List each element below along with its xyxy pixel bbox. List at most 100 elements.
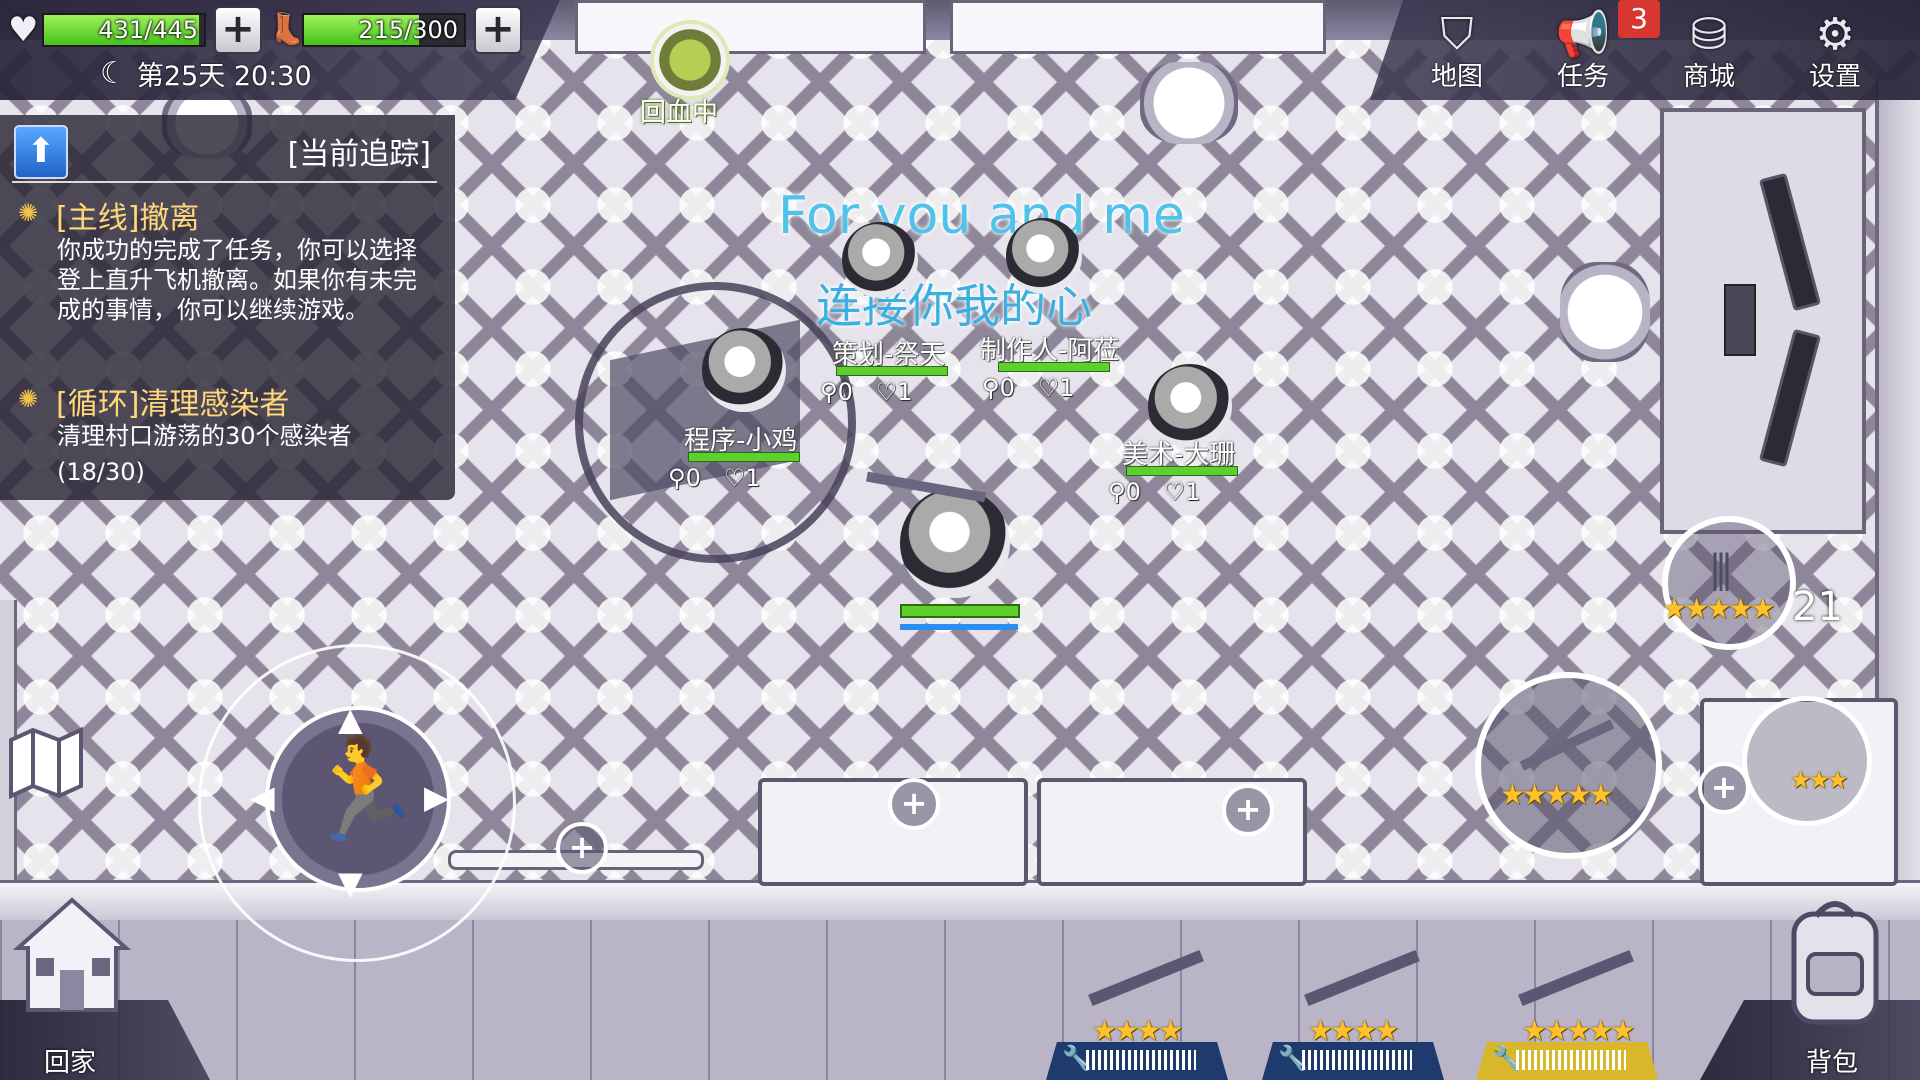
- hotbar-slot[interactable]: 🔧: [1476, 1042, 1658, 1080]
- attack-button[interactable]: [1475, 672, 1662, 859]
- stamina-value: 215/300: [358, 16, 458, 44]
- ammo-button[interactable]: ⦀: [1662, 516, 1796, 650]
- npc-character[interactable]: [1006, 218, 1082, 294]
- healing-label: 回血中: [640, 98, 719, 128]
- quest-title[interactable]: [循环]清理感染者: [56, 379, 289, 423]
- top-desk-right: [950, 0, 1326, 54]
- overlay-text-english: For you and me: [778, 186, 1185, 246]
- health-value: 431/445: [98, 16, 198, 44]
- hotbar-slot[interactable]: 🔧: [1046, 1042, 1228, 1080]
- like-count: 1: [897, 378, 913, 406]
- megaphone-icon: 📢: [1555, 9, 1611, 60]
- gear-icon: ⚙: [1815, 9, 1855, 60]
- player-stats: ⚲0 ♡1: [982, 374, 1075, 402]
- quest-progress: (18/30): [57, 458, 145, 486]
- coins-icon: ⛁: [1690, 9, 1728, 60]
- quest-icon: ✺: [18, 199, 39, 227]
- quest-description: 清理村口游荡的30个感染者: [57, 422, 352, 450]
- stamina-bar: 215/300: [302, 13, 466, 47]
- office-chair: [1140, 62, 1238, 144]
- home-button[interactable]: [8, 888, 136, 1020]
- quest-title[interactable]: [主线]撤离: [56, 193, 199, 237]
- stamina-row: 👢 215/300 +: [268, 6, 522, 54]
- arrow-left-icon: ◀: [250, 778, 275, 816]
- kill-count: 0: [837, 378, 853, 406]
- sprint-icon: 🏃: [300, 731, 425, 848]
- hotbar-stars: ★★★★★: [1522, 1014, 1636, 1047]
- durability-bar: [1516, 1050, 1626, 1070]
- player-health-bar: [998, 362, 1110, 372]
- settings-button[interactable]: ⚙ 设置: [1790, 8, 1880, 92]
- player-energy-bar: [900, 624, 1018, 630]
- like-count: 1: [1185, 478, 1201, 506]
- day-time-text: 第25天 20:30: [136, 61, 312, 92]
- tasks-badge: 3: [1618, 0, 1660, 38]
- kill-count: 0: [685, 464, 701, 492]
- player-health-bar: [836, 366, 948, 376]
- shop-label: 商城: [1682, 62, 1735, 92]
- health-bar: 431/445: [42, 13, 206, 47]
- collapse-arrow-icon[interactable]: ⬆: [14, 125, 68, 179]
- inspect-icon[interactable]: +: [1222, 784, 1274, 836]
- player-health-bar: [900, 604, 1020, 618]
- tasks-label: 任务: [1556, 62, 1609, 92]
- hotbar-slot[interactable]: 🔧: [1262, 1042, 1444, 1080]
- bag-label: 背包: [1806, 1048, 1859, 1078]
- map-button[interactable]: ⛉ 地图: [1412, 8, 1502, 92]
- minimap-icon[interactable]: [5, 722, 87, 804]
- backpack-button[interactable]: [1780, 890, 1890, 1030]
- player-health-bar: [1126, 466, 1238, 476]
- quest-description: 你成功的完成了任务，你可以选择登上直升飞机撤离。如果你有未完成的事情，你可以继续…: [57, 236, 417, 324]
- weapon-stars: ★★★★★: [1500, 778, 1614, 811]
- arrow-up-icon: ▲: [338, 700, 363, 738]
- equipment-slot[interactable]: [1742, 696, 1872, 826]
- hotbar-stars: ★★★★: [1308, 1014, 1399, 1047]
- boot-icon: 👢: [268, 12, 306, 47]
- ammo-stars: ★★★★★: [1662, 592, 1776, 625]
- inspect-icon[interactable]: +: [556, 822, 608, 874]
- kill-count: 0: [1125, 478, 1141, 506]
- tracking-label: [当前追踪]: [287, 137, 431, 172]
- arrow-right-icon: ▶: [424, 778, 449, 816]
- shotgun-icon: [1519, 719, 1615, 771]
- durability-bar: [1302, 1050, 1412, 1070]
- add-stamina-button[interactable]: +: [474, 6, 522, 54]
- equipment-stars: ★★★: [1790, 766, 1849, 794]
- map-icon: ⛉: [1440, 9, 1474, 60]
- durability-bar: [1086, 1050, 1196, 1070]
- npc-character[interactable]: [842, 222, 918, 298]
- monitor: [1758, 172, 1822, 312]
- player-stats: ⚲0 ♡1: [1108, 478, 1201, 506]
- keyboard: [1724, 284, 1756, 356]
- quest-icon: ✺: [18, 385, 39, 413]
- player-stats: ⚲0 ♡1: [820, 378, 913, 406]
- top-desk-left: [575, 0, 926, 54]
- health-row: ♥ 431/445 +: [8, 6, 262, 54]
- moon-icon: ☾: [100, 56, 127, 91]
- hotbar-stars: ★★★★: [1092, 1014, 1183, 1047]
- quest-tracker-panel: ⬆ [当前追踪] ✺ [主线]撤离 你成功的完成了任务，你可以选择登上直升飞机撤…: [0, 115, 455, 500]
- office-chair: [1560, 262, 1650, 362]
- tasks-button[interactable]: 📢 任务: [1538, 8, 1628, 92]
- day-clock: ☾ 第25天 20:30: [100, 54, 312, 93]
- game-scene: ♥ 431/445 + 👢 215/300 + ☾ 第25天 20:30 回血中…: [0, 0, 1920, 1080]
- kill-count: 0: [999, 374, 1015, 402]
- monitor: [1758, 328, 1822, 468]
- player-character[interactable]: [900, 488, 1010, 598]
- divider: [12, 181, 437, 183]
- npc-character[interactable]: [702, 328, 786, 412]
- shop-button[interactable]: ⛁ 商城: [1664, 8, 1754, 92]
- side-desk: [1660, 108, 1866, 534]
- player-stats: ⚲0 ♡1: [668, 464, 761, 492]
- inspect-icon[interactable]: +: [888, 778, 940, 830]
- home-label: 回家: [44, 1048, 97, 1078]
- ammo-count: 21: [1792, 584, 1843, 630]
- settings-label: 设置: [1808, 62, 1861, 92]
- heart-icon: ♥: [8, 10, 39, 50]
- like-count: 1: [1059, 374, 1075, 402]
- healing-icon: [650, 20, 730, 100]
- arrow-down-icon: ▼: [338, 864, 363, 902]
- like-count: 1: [745, 464, 761, 492]
- map-label: 地图: [1430, 62, 1483, 92]
- add-health-button[interactable]: +: [214, 6, 262, 54]
